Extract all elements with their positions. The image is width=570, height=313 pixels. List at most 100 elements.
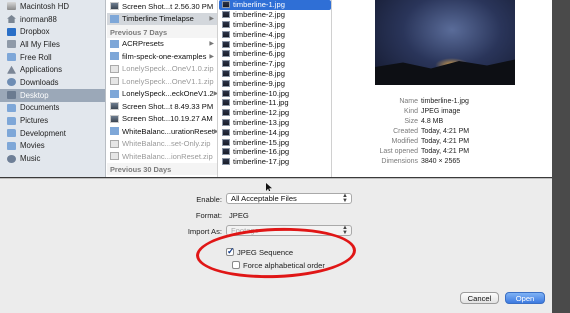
- list-item-label: ACRPresets: [122, 39, 164, 49]
- zip-file-icon: [110, 77, 119, 86]
- list-item[interactable]: WhiteBalanc...urationReset▶: [107, 125, 217, 138]
- file-name: timberline-6.jpg: [233, 49, 285, 59]
- jpeg-file-icon: [222, 148, 230, 156]
- desktop-icon: [7, 91, 16, 100]
- file-row[interactable]: timberline-11.jpg: [219, 98, 331, 108]
- info-row: Modified Today, 4:21 PM: [333, 136, 552, 146]
- list-item[interactable]: Timberline Timelapse ▶: [107, 12, 217, 25]
- jpeg-file-icon: [222, 89, 230, 97]
- list-item[interactable]: LonelySpeck...OneV1.0.zip: [107, 63, 217, 76]
- zip-file-icon: [110, 64, 119, 73]
- folder-icon: [110, 89, 119, 98]
- sidebar-item-dropbox[interactable]: Dropbox: [0, 25, 105, 38]
- info-value: Today, 4:21 PM: [421, 127, 470, 135]
- info-row: Size 4.8 MB: [333, 116, 552, 126]
- file-row[interactable]: timberline-1.jpg: [219, 0, 331, 10]
- info-value: Today, 4:21 PM: [421, 137, 470, 145]
- folder-icon: [110, 127, 119, 136]
- sidebar-item-movies[interactable]: Movies: [0, 140, 105, 153]
- sidebar-item-free-roll[interactable]: Free Roll: [0, 51, 105, 64]
- list-item-label: Screen Shot...t 8.49.33 PM: [122, 101, 214, 111]
- jpeg-file-icon: [222, 69, 230, 77]
- info-row: Kind JPEG image: [333, 106, 552, 116]
- file-name: timberline-2.jpg: [233, 10, 285, 20]
- background-window-edge: [552, 0, 570, 313]
- info-row: Name timberline-1.jpg: [333, 96, 552, 106]
- disclosure-arrow-icon: ▶: [214, 128, 217, 135]
- sidebar-item-desktop[interactable]: Desktop: [0, 88, 105, 102]
- files-icon: [7, 40, 16, 49]
- folder-icon: [110, 14, 119, 23]
- sidebar-item-pictures[interactable]: Pictures: [0, 114, 105, 127]
- recent-files-column: Screen Shot...t 2.56.30 PM Timberline Tim…: [107, 0, 218, 177]
- info-key: Last opened: [379, 147, 418, 155]
- sidebar-item-label: Desktop: [20, 90, 49, 100]
- file-row[interactable]: timberline-5.jpg: [219, 39, 331, 49]
- file-row[interactable]: timberline-7.jpg: [219, 59, 331, 69]
- cancel-button[interactable]: Cancel: [460, 292, 499, 304]
- jpeg-file-icon: [222, 1, 230, 9]
- sidebar-item-label: Pictures: [20, 116, 49, 126]
- list-item[interactable]: WhiteBalanc...ionReset.zip: [107, 150, 217, 163]
- disclosure-arrow-icon: ▶: [214, 90, 217, 97]
- file-row[interactable]: timberline-2.jpg: [219, 10, 331, 20]
- jpeg-file-icon: [222, 128, 230, 136]
- file-row[interactable]: timberline-15.jpg: [219, 137, 331, 147]
- sidebar-item-label: Applications: [20, 65, 63, 75]
- disclosure-arrow-icon: ▶: [209, 53, 214, 60]
- sidebar-item-development[interactable]: Development: [0, 127, 105, 140]
- list-item[interactable]: Screen Shot...t 8.49.33 PM: [107, 100, 217, 113]
- sidebar-item-label: Macintosh HD: [20, 1, 69, 11]
- file-row[interactable]: timberline-8.jpg: [219, 69, 331, 79]
- list-item[interactable]: film-speck-one-examples ▶: [107, 50, 217, 63]
- file-row[interactable]: timberline-6.jpg: [219, 49, 331, 59]
- disk-icon: [7, 2, 16, 11]
- sidebar-item-label: Development: [20, 128, 66, 138]
- file-row[interactable]: timberline-9.jpg: [219, 78, 331, 88]
- list-item[interactable]: Screen Shot...t 2.56.30 PM: [107, 0, 217, 13]
- sidebar-item-documents[interactable]: Documents: [0, 102, 105, 115]
- file-row[interactable]: timberline-4.jpg: [219, 29, 331, 39]
- list-item[interactable]: ACRPresets ▶: [107, 38, 217, 51]
- list-item[interactable]: LonelySpeck...eckOneV1.2▶: [107, 88, 217, 101]
- jpeg-file-icon: [222, 99, 230, 107]
- list-item-label: LonelySpeck...eckOneV1.2: [122, 89, 214, 99]
- sidebar-item-macintosh-hd[interactable]: Macintosh HD: [0, 0, 105, 13]
- sidebar-item-applications[interactable]: Applications: [0, 63, 105, 76]
- sidebar-item-downloads[interactable]: Downloads: [0, 76, 105, 89]
- jpeg-file-icon: [222, 118, 230, 126]
- jpeg-file-icon: [222, 158, 230, 166]
- file-name: timberline-4.jpg: [233, 29, 285, 39]
- enable-popup[interactable]: All Acceptable Files ▲ ▼: [226, 193, 352, 204]
- jpeg-file-icon: [222, 40, 230, 48]
- open-button[interactable]: Open: [505, 292, 545, 304]
- jpeg-file-icon: [222, 79, 230, 87]
- list-item[interactable]: WhiteBalanc...set-Only.zip: [107, 138, 217, 151]
- info-key: Created: [393, 127, 418, 135]
- file-row[interactable]: timberline-13.jpg: [219, 118, 331, 128]
- section-header: Previous 7 Days: [107, 25, 217, 38]
- info-key: Name: [399, 97, 418, 105]
- file-name: timberline-12.jpg: [233, 108, 290, 118]
- popup-arrows-icon: ▲ ▼: [342, 225, 348, 236]
- sidebar-item-label: Documents: [20, 103, 60, 113]
- disclosure-arrow-icon: ▶: [209, 41, 214, 48]
- info-value: timberline-1.jpg: [421, 97, 469, 105]
- list-item[interactable]: LonelySpeck...OneV1.1.zip: [107, 75, 217, 88]
- info-value: 4.8 MB: [421, 117, 444, 125]
- file-name: timberline-8.jpg: [233, 68, 285, 78]
- file-row[interactable]: timberline-14.jpg: [219, 127, 331, 137]
- sidebar-item-all-my-files[interactable]: All My Files: [0, 38, 105, 51]
- list-item[interactable]: _DSC1554.psd: [107, 175, 217, 178]
- sidebar-item-music[interactable]: Music: [0, 152, 105, 165]
- popup-arrows-icon: ▲ ▼: [342, 193, 348, 204]
- sidebar-item-inorman88[interactable]: inorman88: [0, 13, 105, 26]
- file-row[interactable]: timberline-16.jpg: [219, 147, 331, 157]
- list-item-label: LonelySpeck...OneV1.1.zip: [122, 76, 214, 86]
- file-row[interactable]: timberline-3.jpg: [219, 20, 331, 30]
- file-row[interactable]: timberline-10.jpg: [219, 88, 331, 98]
- file-name: timberline-16.jpg: [233, 147, 290, 157]
- file-row[interactable]: timberline-12.jpg: [219, 108, 331, 118]
- file-row[interactable]: timberline-17.jpg: [219, 157, 331, 167]
- list-item[interactable]: Screen Shot...10.19.27 AM: [107, 113, 217, 126]
